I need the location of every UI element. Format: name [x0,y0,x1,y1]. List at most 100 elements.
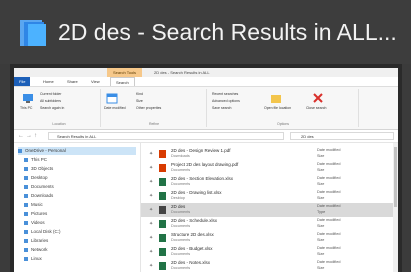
result-row[interactable]: ✦ 2D des - Design Review 1.pdf Downloads Da… [141,147,393,161]
tab-file[interactable]: File [14,77,31,86]
result-name: 2D des - Design Review 1.pdf [171,148,231,153]
result-row[interactable]: ✦ 2D des - Drawing list.xlsx Desktop Date m… [141,189,393,203]
forward-arrow-icon[interactable]: → [26,132,32,140]
nav-item-label: Linux [31,256,42,261]
advanced-options-button[interactable]: Advanced options [212,99,240,103]
nav-item[interactable]: Downloads [24,192,134,200]
kind-button[interactable]: Kind [136,92,143,96]
result-row[interactable]: ✦ 2D des - Section Elevation.xlsx Document… [141,175,393,189]
pin-icon: ✦ [149,263,154,269]
folder-icon [159,206,166,214]
close-search-button[interactable]: Close search [306,106,326,110]
result-meta-size: Type [317,210,326,214]
scrollbar-thumb[interactable] [394,147,397,207]
result-location: Documents [171,210,191,214]
ribbon-tabs: File Home Share View Search [14,77,398,87]
tab-share[interactable]: Share [62,77,83,86]
nav-item[interactable]: Videos [24,219,134,227]
nav-item-icon [24,220,28,225]
nav-item-label: Music [31,202,43,207]
pdf-icon [159,150,166,158]
current-folder-button[interactable]: Current folder [40,92,61,96]
result-location: Desktop [171,196,185,200]
nav-item[interactable]: 3D Objects [24,165,134,173]
result-row[interactable]: ✦ 2D des - Budget.xlsx Documents Date modif… [141,245,393,259]
result-location: Downloads [171,154,190,158]
nav-item-label: Network [31,247,48,252]
size-button[interactable]: Size [136,99,143,103]
tab-home[interactable]: Home [38,77,59,86]
pin-icon: ✦ [149,165,154,171]
window-preview[interactable]: Search Tools 2D des - Search Results in … [10,64,402,272]
result-row[interactable]: ✦ Project 2D des layout drawing.pdf Docume… [141,161,393,175]
nav-item[interactable]: Documents [24,183,134,191]
result-name: 2D des - Drawing list.xlsx [171,190,222,195]
result-meta-size: Size [317,224,325,228]
result-meta-size: Size [317,168,325,172]
search-tools-tab[interactable]: Search Tools [107,68,143,77]
all-subfolders-button[interactable]: All subfolders [40,99,61,103]
nav-item[interactable]: This PC [24,156,134,164]
result-location: Documents [171,252,191,256]
result-location: Documents [171,238,191,242]
address-bar: ← → ↑ Search Results in ALL 2D des [14,130,398,143]
ribbon-group-location: This PC Current folder All subfolders Se… [18,89,101,127]
tab-search[interactable]: Search [110,77,135,86]
result-meta-date: Date modified [317,260,341,264]
result-meta-size: Size [317,182,325,186]
nav-item-label: Libraries [31,238,49,243]
date-modified-button[interactable]: Date modified [104,106,126,110]
nav-item-label: OneDrive - Personal [25,148,66,153]
scrollbar[interactable] [393,143,398,272]
result-row[interactable]: ✦ 2D des - Schedule.xlsx Documents Date mod… [141,217,393,231]
result-meta-date: Date modified [317,246,341,250]
ribbon-group-label: Refine [148,122,160,126]
calendar-icon [106,93,118,104]
pin-icon: ✦ [149,235,154,241]
result-name: 2D des [171,204,186,209]
result-meta-date: Date modified [317,232,341,236]
nav-item[interactable]: Linux [24,255,134,263]
result-row[interactable]: ✦ 2D des - Notes.xlsx Documents Date modifi… [141,259,393,272]
search-again-button[interactable]: Search again in [40,106,64,110]
this-pc-icon [23,94,33,103]
navigation-pane: OneDrive - Personal This PC 3D Objects Desk… [14,143,141,272]
recent-searches-button[interactable]: Recent searches [212,92,238,96]
result-meta-size: Size [317,238,325,242]
up-arrow-icon[interactable]: ↑ [34,132,37,140]
nav-item-label: This PC [31,157,48,162]
save-search-button[interactable]: Save search [212,106,231,110]
this-pc-button[interactable]: This PC [20,106,32,110]
other-properties-button[interactable]: Other properties [136,106,161,110]
nav-item[interactable]: Local Disk (C:) [24,228,134,236]
explorer-window: Search Tools 2D des - Search Results in … [14,68,398,272]
nav-item[interactable]: Music [24,201,134,209]
nav-item[interactable]: Pictures [24,210,134,218]
result-meta-date: Date modified [317,176,341,180]
result-row[interactable]: ✦ 2D des Documents Date modified Type [141,203,393,217]
open-file-location-button[interactable]: Open file location [264,106,291,110]
pin-icon: ✦ [149,249,154,255]
nav-item[interactable]: Libraries [24,237,134,245]
result-meta-size: Size [317,252,325,256]
address-path[interactable]: Search Results in ALL [48,132,284,140]
open-folder-icon [271,95,281,103]
excel-icon [159,234,166,242]
nav-item-icon [24,229,28,234]
window-title: 2D des - Search Results in ALL [154,70,210,75]
thumbnail-title: 2D des - Search Results in ALL... [58,19,397,45]
pdf-icon [159,164,166,172]
file-explorer-icon [20,20,46,46]
search-input[interactable]: 2D des [290,132,394,140]
nav-item-label: 3D Objects [31,166,54,171]
nav-item[interactable]: Network [24,246,134,254]
thumbnail-header[interactable]: 2D des - Search Results in ALL... [0,0,411,64]
nav-item-icon [24,193,28,198]
result-location: Documents [171,168,191,172]
nav-item[interactable]: OneDrive - Personal [18,147,136,155]
result-row[interactable]: ✦ Structure 2D des.xlsx Documents Date modi… [141,231,393,245]
nav-item[interactable]: Desktop [24,174,134,182]
back-arrow-icon[interactable]: ← [18,132,24,140]
pin-icon: ✦ [149,207,154,213]
tab-view[interactable]: View [86,77,105,86]
